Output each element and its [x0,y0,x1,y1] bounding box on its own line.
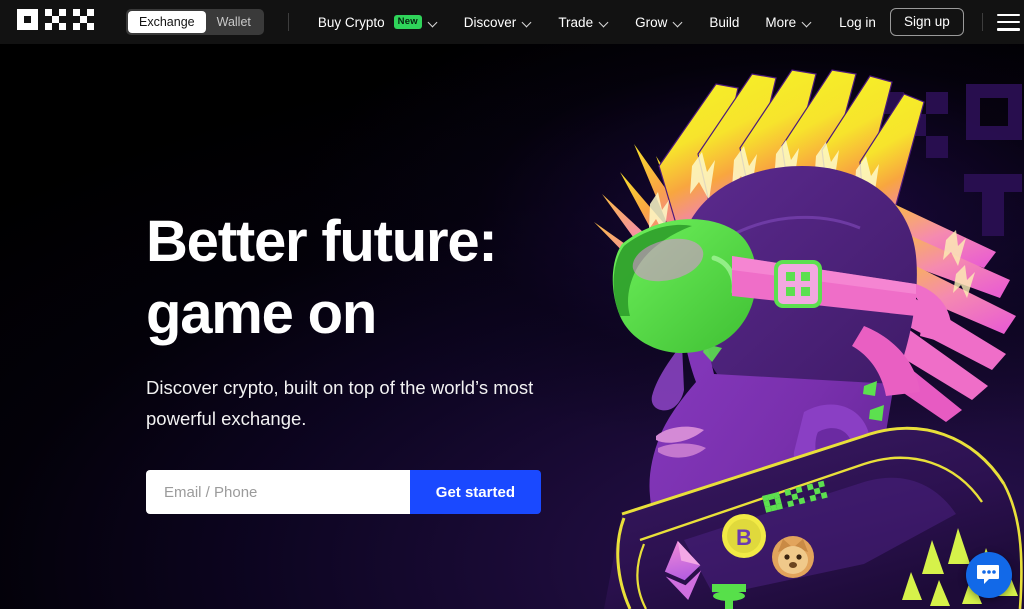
product-switch: Exchange Wallet [126,9,264,35]
hero-copy: Better future: game on Discover crypto, … [146,206,616,514]
signup-button[interactable]: Sign up [889,8,964,36]
signup-form: Get started [146,470,541,514]
hamburger-line [996,27,1020,31]
segment-wallet[interactable]: Wallet [206,11,262,33]
buckle [774,260,822,308]
nav-label-build: Build [709,14,740,30]
chevron-down-icon [523,18,532,27]
nav-item-trade[interactable]: Trade [545,0,622,44]
get-started-button[interactable]: Get started [409,470,541,514]
chevron-down-icon [674,18,683,27]
navbar-left: Exchange Wallet Buy Crypto New Discover … [0,0,825,44]
page-root: Exchange Wallet Buy Crypto New Discover … [0,0,1024,609]
segment-exchange[interactable]: Exchange [128,11,206,33]
hamburger-icon[interactable] [996,13,1020,31]
nav-label-discover: Discover [463,14,517,30]
nav-item-grow[interactable]: Grow [622,0,696,44]
bitcoin-pin: B [722,514,766,558]
hero-subhead: Discover crypto, built on top of the wor… [146,377,534,429]
navbar-right: Log in Sign up [825,8,1024,36]
okx-logo[interactable] [17,8,105,36]
nav-label-grow: Grow [635,14,668,30]
login-link[interactable]: Log in [825,15,890,30]
dogecoin-pin [772,536,814,578]
chat-bubble-icon [977,565,999,584]
hamburger-line [996,20,1020,24]
headline-line-2: game on [146,281,377,346]
page-title: Better future: game on [146,206,616,350]
nav-label-buy-crypto: Buy Crypto [317,14,385,30]
nav-label-more: More [765,14,797,30]
top-navbar: Exchange Wallet Buy Crypto New Discover … [0,0,1024,44]
nav-item-buy-crypto[interactable]: Buy Crypto New [305,0,451,44]
primary-nav: Buy Crypto New Discover Trade Grow Build… [305,0,825,44]
nav-item-discover[interactable]: Discover [451,0,546,44]
hamburger-line [996,13,1020,17]
chevron-down-icon [803,18,812,27]
headline-line-1: Better future: [146,209,498,274]
nav-item-build[interactable]: Build [696,0,752,44]
nav-label-trade: Trade [558,14,594,30]
new-badge: New [393,15,422,29]
chevron-down-icon [429,18,438,27]
email-phone-input[interactable] [146,470,410,514]
nav-item-more[interactable]: More [752,0,825,44]
svg-text:B: B [736,525,752,550]
navbar-divider-2 [981,13,983,31]
hero-section: B Better future: game on Discover crypto… [0,44,1024,609]
live-chat-button[interactable] [966,552,1012,598]
hero-illustration: B [564,44,1024,609]
navbar-divider [287,13,289,31]
chevron-down-icon [600,18,609,27]
